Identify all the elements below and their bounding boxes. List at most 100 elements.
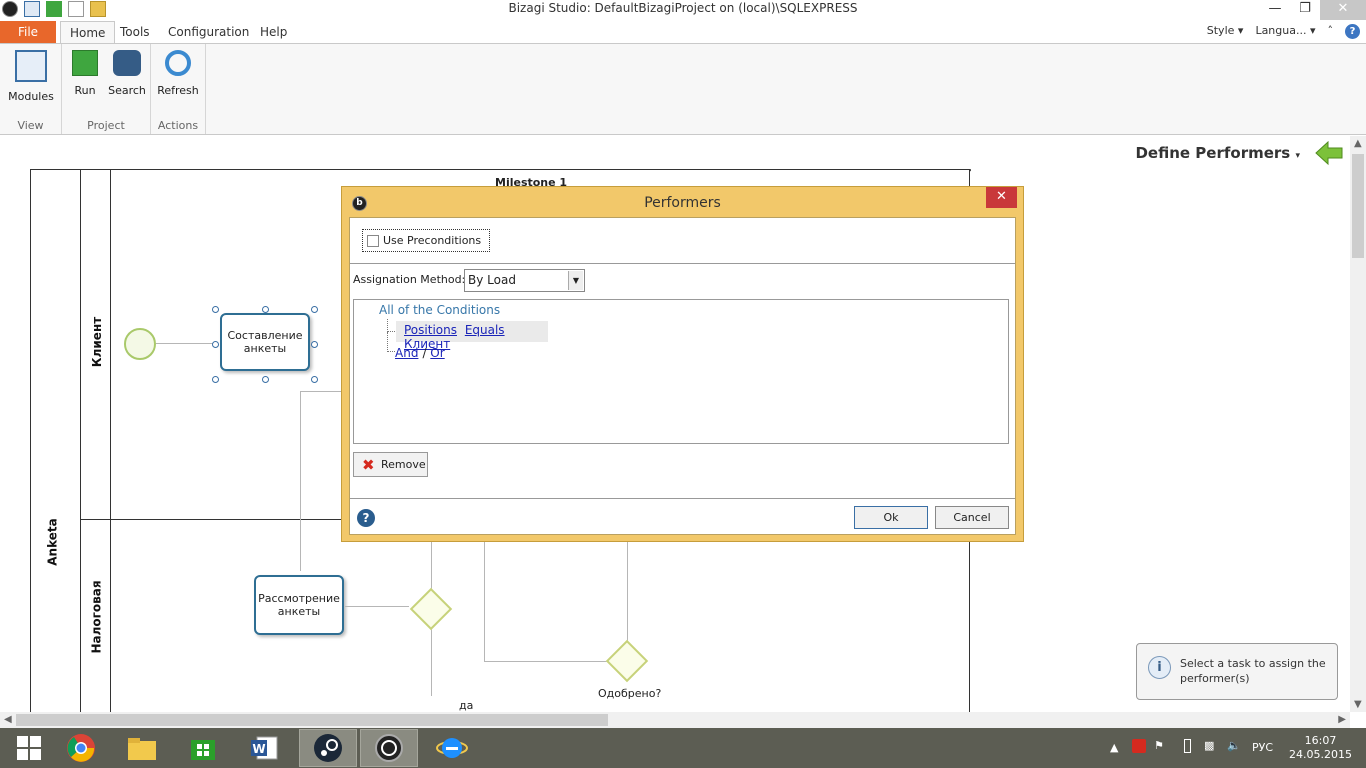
and-or-links: And / Or (395, 346, 445, 360)
tray-expand-icon[interactable]: ▲ (1110, 741, 1118, 754)
taskbar-file-explorer[interactable] (113, 729, 171, 767)
search-button[interactable]: Search (104, 50, 150, 97)
start-event[interactable] (124, 328, 156, 360)
close-button[interactable]: ✕ (1320, 0, 1366, 20)
flag-icon[interactable]: ⚑ (1154, 739, 1164, 752)
selection-handle[interactable] (311, 341, 318, 348)
tab-home[interactable]: Home (60, 21, 116, 44)
condition-operator-link[interactable]: Equals (465, 323, 505, 337)
assignation-method-select[interactable]: By Load ▼ (464, 269, 585, 292)
language-menu[interactable]: Langua... ▾ (1255, 24, 1315, 39)
clock-time: 16:07 (1304, 734, 1337, 747)
all-conditions-node[interactable]: All of the Conditions (379, 303, 500, 317)
start-button[interactable] (0, 729, 58, 767)
tree-connector (387, 332, 395, 352)
tab-help[interactable]: Help (251, 21, 296, 43)
view-group-label: View (17, 119, 44, 132)
help-icon[interactable]: ? (1345, 24, 1360, 39)
task-fill-form-label: Составление анкеты (227, 329, 303, 355)
back-arrow-icon[interactable] (1314, 140, 1344, 166)
network-icon[interactable]: ▩ (1204, 739, 1214, 752)
flow-connector (345, 606, 409, 607)
run-label: Run (74, 84, 96, 97)
battery-icon[interactable] (1184, 739, 1191, 753)
selection-handle[interactable] (311, 376, 318, 383)
info-text: Select a task to assign the performer(s) (1180, 657, 1326, 685)
condition-row[interactable]: Positions Equals Клиент (396, 321, 548, 351)
assignation-method-value: By Load (468, 273, 516, 287)
selection-handle[interactable] (212, 341, 219, 348)
use-preconditions-checkbox[interactable]: Use Preconditions (362, 229, 491, 252)
cancel-button[interactable]: Cancel (935, 506, 1009, 529)
style-label: Style (1206, 24, 1235, 37)
modules-button[interactable]: Modules (8, 50, 54, 103)
and-link[interactable]: And (395, 346, 418, 360)
refresh-icon (165, 50, 191, 76)
selection-handle[interactable] (212, 376, 219, 383)
language-label: Langua... (1255, 24, 1307, 37)
antivirus-icon[interactable] (1132, 739, 1146, 753)
define-performers-menu[interactable]: Define Performers ▾ (1135, 144, 1300, 162)
conditions-tree[interactable]: All of the Conditions Positions Equals К… (353, 299, 1009, 444)
lane-header-tax: Налоговая (81, 519, 111, 712)
flow-connector (627, 541, 628, 641)
taskbar-store[interactable] (174, 729, 232, 767)
ribbon: Modules View Run Search Project Refresh … (0, 43, 1366, 135)
volume-icon[interactable]: 🔈 (1227, 739, 1241, 752)
or-link[interactable]: Or (430, 346, 444, 360)
taskbar-steam[interactable] (299, 729, 357, 767)
clock[interactable]: 16:07 24.05.2015 (1289, 734, 1352, 762)
help-icon[interactable]: ? (357, 509, 375, 527)
clock-date: 24.05.2015 (1289, 748, 1352, 761)
refresh-label: Refresh (157, 84, 199, 97)
condition-attribute-link[interactable]: Positions (404, 323, 457, 337)
task-review-form-label: Рассмотрение анкеты (258, 592, 340, 618)
tab-tools[interactable]: Tools (111, 21, 159, 43)
title-bar: Bizagi Studio: DefaultBizagiProject on (… (0, 0, 1366, 20)
scroll-up-icon[interactable]: ▲ (1354, 138, 1362, 149)
vertical-scrollbar[interactable]: ▲ ▼ (1350, 136, 1366, 712)
flow-connector (300, 391, 301, 571)
store-icon (191, 740, 215, 760)
restore-button[interactable]: ❐ (1290, 0, 1320, 20)
modules-label: Modules (8, 90, 54, 103)
lane-name-tax: Налоговая (89, 580, 104, 654)
modules-icon (15, 50, 47, 82)
taskbar-bizagi[interactable] (360, 729, 418, 767)
info-icon: i (1148, 656, 1171, 679)
search-label: Search (108, 84, 146, 97)
input-language[interactable]: РУС (1252, 741, 1273, 754)
minimize-button[interactable]: — (1260, 0, 1290, 20)
dialog-close-button[interactable]: ✕ (986, 187, 1017, 208)
scroll-left-icon[interactable]: ◀ (4, 714, 12, 725)
selection-handle[interactable] (262, 306, 269, 313)
horizontal-scrollbar[interactable]: ◀ ▶ (0, 712, 1350, 728)
tab-file[interactable]: File (0, 21, 56, 43)
vertical-scroll-thumb[interactable] (1352, 154, 1364, 258)
dialog-title-bar: b Performers ✕ (342, 187, 1023, 217)
selection-handle[interactable] (311, 306, 318, 313)
remove-button[interactable]: ✖ Remove (353, 452, 428, 477)
run-button[interactable]: Run (62, 50, 108, 97)
collapse-ribbon-icon[interactable]: ˄ (1328, 24, 1334, 39)
lane-header-client: Клиент (81, 170, 111, 519)
scroll-down-icon[interactable]: ▼ (1354, 699, 1362, 710)
gateway-label: Одобрено? (598, 687, 662, 700)
taskbar-word[interactable]: W (235, 729, 293, 767)
refresh-button[interactable]: Refresh (155, 50, 201, 97)
selection-handle[interactable] (212, 306, 219, 313)
task-review-form[interactable]: Рассмотрение анкеты (254, 575, 344, 635)
tab-configuration[interactable]: Configuration (159, 21, 258, 43)
horizontal-scroll-thumb[interactable] (16, 714, 608, 726)
ok-button[interactable]: Ok (854, 506, 928, 529)
remove-label: Remove (381, 458, 426, 471)
preconditions-section: Use Preconditions (350, 218, 1015, 264)
flow-connector (484, 541, 485, 661)
scroll-right-icon[interactable]: ▶ (1338, 714, 1346, 725)
style-menu[interactable]: Style ▾ (1207, 24, 1244, 39)
flow-label: да (459, 699, 474, 712)
task-fill-form[interactable]: Составление анкеты (220, 313, 310, 371)
taskbar-chrome[interactable] (52, 729, 110, 767)
selection-handle[interactable] (262, 376, 269, 383)
taskbar-ie[interactable] (423, 729, 481, 767)
